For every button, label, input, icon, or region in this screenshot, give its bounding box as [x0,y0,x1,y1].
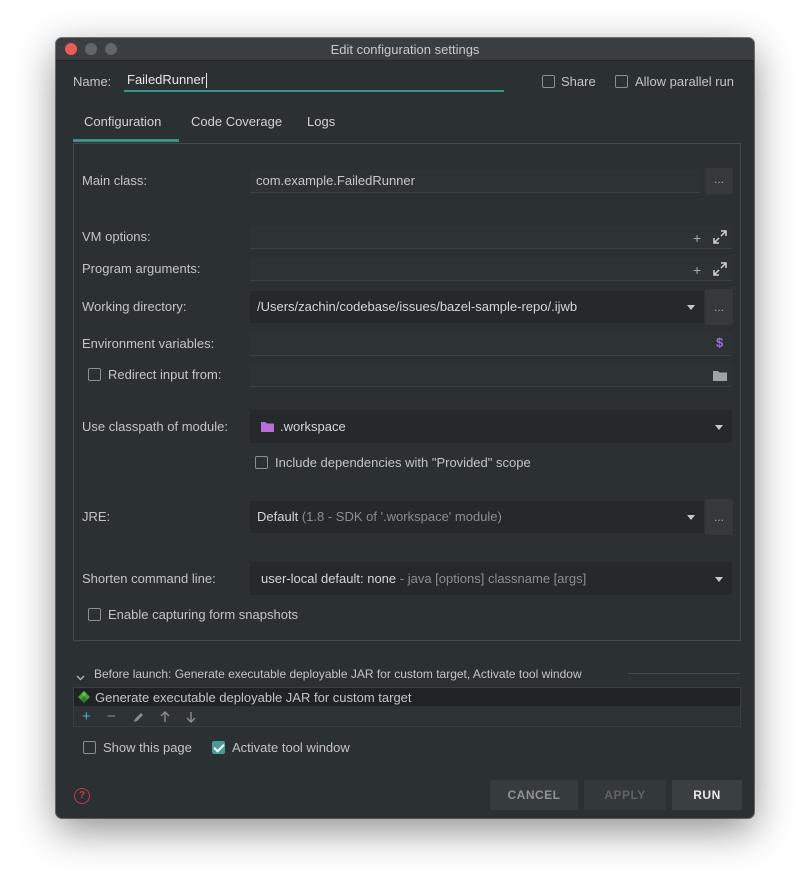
edit-task-button[interactable] [133,711,145,726]
environment-variables-label: Environment variables: [82,336,215,351]
plus-icon[interactable]: + [693,231,701,245]
program-arguments-field[interactable] [250,258,732,281]
activate-tool-window-label: Activate tool window [232,740,350,755]
add-task-button[interactable]: + [82,708,91,726]
working-directory-label: Working directory: [82,299,187,314]
before-launch-header[interactable]: Before launch: Generate executable deplo… [94,667,582,681]
allow-parallel-run-checkbox[interactable] [615,75,628,88]
cancel-button[interactable]: CANCEL [490,780,578,810]
dollar-icon[interactable]: $ [716,336,723,350]
chevron-down-icon[interactable] [687,305,695,310]
name-label: Name: [73,74,112,89]
vm-options-label: VM options: [82,229,151,244]
tab-code-coverage[interactable]: Code Coverage [191,114,282,129]
working-directory-combo[interactable]: /Users/zachin/codebase/issues/bazel-samp… [250,291,704,323]
share-label: Share [561,74,596,89]
before-launch-list: Generate executable deployable JAR for c… [73,687,741,727]
shorten-command-line-combo[interactable]: user-local default: none - java [options… [250,562,732,595]
tab-configuration[interactable]: Configuration [84,114,161,129]
capture-snapshots-label: Enable capturing form snapshots [108,607,299,622]
help-icon[interactable]: ? [74,788,90,804]
jre-label: JRE: [82,509,111,524]
redirect-input-field[interactable] [250,364,732,387]
before-launch-separator [628,673,740,674]
module-folder-icon [261,411,274,444]
main-class-field[interactable]: com.example.FailedRunner [250,170,700,193]
edit-configuration-dialog: Edit configuration settings Name: Failed… [56,38,754,818]
redirect-input-checkbox[interactable] [88,368,101,381]
jre-value: Default [257,509,299,524]
text-caret [206,73,208,89]
include-provided-checkbox[interactable] [255,456,268,469]
move-down-button[interactable] [185,711,197,726]
environment-variables-field[interactable] [250,333,732,356]
chevron-down-icon[interactable] [687,515,695,520]
working-directory-browse-button[interactable]: ... [705,289,733,325]
bazel-icon [77,690,91,707]
vm-options-field[interactable] [250,226,732,249]
chevron-down-icon[interactable] [715,577,723,582]
selected-tab-indicator [73,139,179,142]
run-button[interactable]: RUN [672,780,742,810]
allow-parallel-run-label: Allow parallel run [635,74,734,89]
expand-icon[interactable] [713,230,727,246]
classpath-module-combo[interactable]: .workspace [250,410,732,443]
expand-icon[interactable] [713,262,727,278]
name-input[interactable]: FailedRunner [124,68,504,92]
title-bar: Edit configuration settings [56,38,754,61]
list-item[interactable]: Generate executable deployable JAR for c… [74,688,740,706]
activate-tool-window-checkbox[interactable] [212,741,225,754]
shorten-command-line-label: Shorten command line: [82,571,216,586]
classpath-module-label: Use classpath of module: [82,419,228,434]
show-this-page-label: Show this page [103,740,192,755]
main-class-label: Main class: [82,173,148,188]
jre-detail: (1.8 - SDK of '.workspace' module) [301,509,502,524]
remove-task-button[interactable]: − [107,708,116,726]
jre-combo[interactable]: Default (1.8 - SDK of '.workspace' modul… [250,501,704,533]
jre-browse-button[interactable]: ... [705,499,733,535]
capture-snapshots-checkbox[interactable] [88,608,101,621]
move-up-button[interactable] [159,711,171,726]
working-directory-value: /Users/zachin/codebase/issues/bazel-samp… [257,299,578,314]
apply-button[interactable]: APPLY [584,780,666,810]
name-value: FailedRunner [127,72,206,87]
shorten-command-line-detail: - java [options] classname [args] [399,571,587,586]
chevron-down-icon[interactable] [76,669,85,684]
window-title: Edit configuration settings [330,42,480,57]
plus-icon[interactable]: + [693,263,701,277]
classpath-module-value: .workspace [280,419,346,434]
shorten-command-line-value: user-local default: none [261,571,397,586]
tab-logs[interactable]: Logs [307,114,335,129]
before-launch-item-label: Generate executable deployable JAR for c… [95,690,412,705]
program-arguments-label: Program arguments: [82,261,201,276]
main-class-browse-button[interactable]: ... [705,168,733,194]
folder-icon[interactable] [713,369,727,383]
show-this-page-checkbox[interactable] [83,741,96,754]
share-checkbox[interactable] [542,75,555,88]
redirect-input-label: Redirect input from: [108,367,222,382]
chevron-down-icon[interactable] [715,425,723,430]
include-provided-label: Include dependencies with "Provided" sco… [275,455,531,470]
